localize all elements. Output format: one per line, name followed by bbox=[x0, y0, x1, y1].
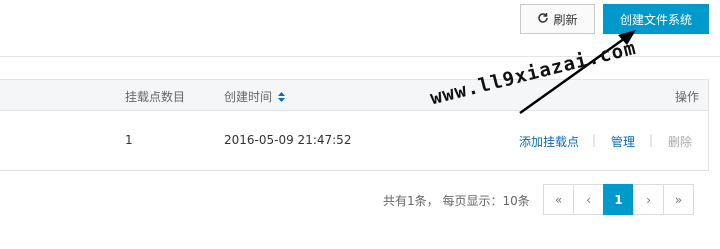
current-page-button[interactable]: 1 bbox=[603, 184, 634, 215]
header-actions: 操作 bbox=[675, 90, 700, 104]
refresh-label: 刷新 bbox=[553, 12, 578, 27]
header-created-time[interactable]: 创建时间 bbox=[224, 88, 285, 105]
add-mount-point-link[interactable]: 添加挂载点 bbox=[519, 133, 579, 150]
refresh-button[interactable]: 刷新 bbox=[520, 4, 595, 34]
sort-icon[interactable] bbox=[277, 92, 285, 102]
header-mount-count: 挂载点数目 bbox=[125, 90, 186, 104]
cell-created-time: 2016-05-09 21:47:52 bbox=[224, 133, 352, 147]
pagination-info: 共有1条， 每页显示：10条 bbox=[383, 194, 530, 208]
pagination: « ‹ 1 › » bbox=[543, 184, 694, 215]
table-header: 挂载点数目 创建时间 操作 bbox=[0, 79, 709, 111]
last-page-button[interactable]: » bbox=[663, 184, 694, 215]
action-separator: | bbox=[649, 133, 654, 147]
delete-link[interactable]: 删除 bbox=[668, 133, 692, 150]
table-row: 1 2016-05-09 21:47:52 添加挂载点 | 管理 | 删除 bbox=[0, 111, 709, 171]
next-page-button[interactable]: › bbox=[633, 184, 664, 215]
prev-page-button[interactable]: ‹ bbox=[573, 184, 604, 215]
manage-link[interactable]: 管理 bbox=[611, 133, 635, 150]
cell-mount-count: 1 bbox=[125, 133, 133, 147]
refresh-icon bbox=[537, 12, 549, 27]
create-filesystem-button[interactable]: 创建文件系统 bbox=[603, 4, 709, 34]
first-page-button[interactable]: « bbox=[543, 184, 574, 215]
action-separator: | bbox=[592, 133, 597, 147]
header-created-time-label: 创建时间 bbox=[224, 90, 273, 104]
